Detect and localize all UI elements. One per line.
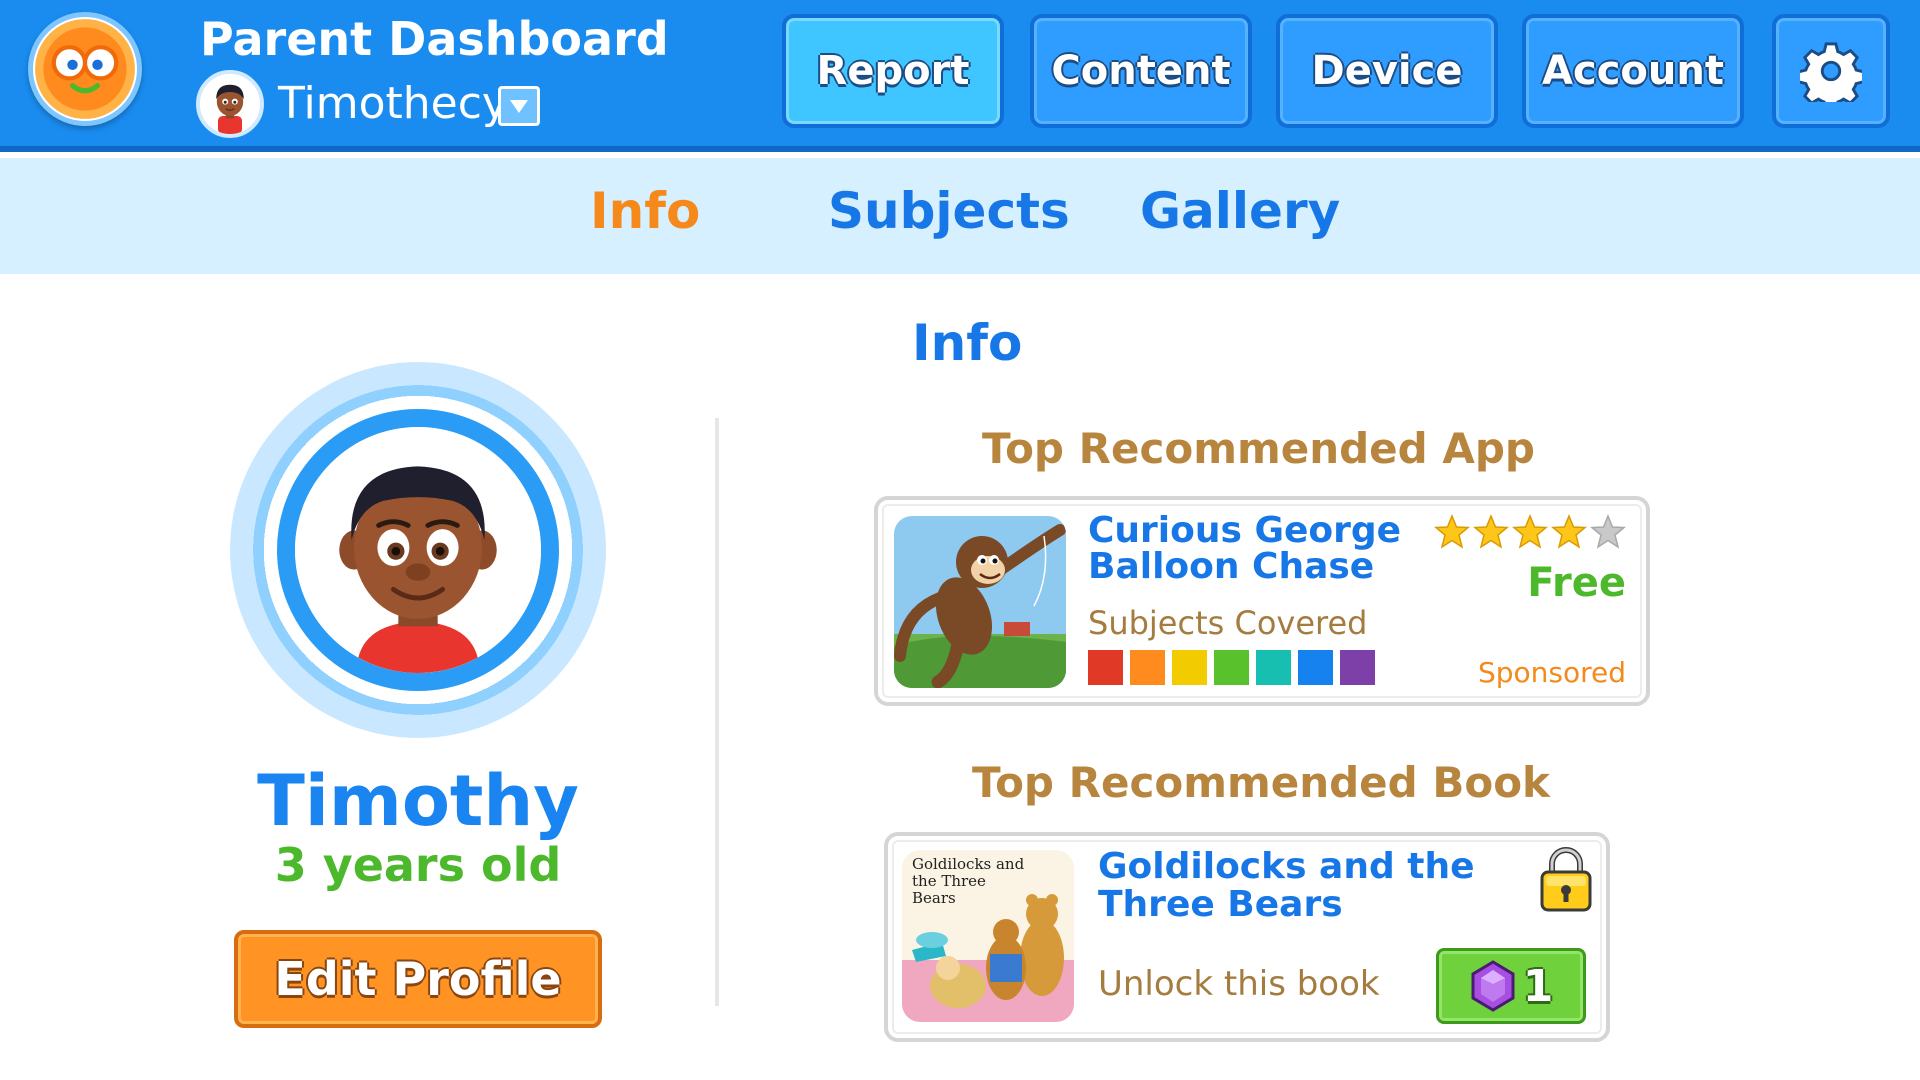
app-price: Free <box>1527 560 1626 606</box>
child-select-dropdown[interactable] <box>498 86 540 126</box>
app-logo <box>28 12 142 126</box>
tab-subjects[interactable]: Subjects <box>828 182 1070 240</box>
unlock-book-button[interactable]: 1 <box>1436 948 1586 1024</box>
subject-swatches <box>1088 650 1375 685</box>
book-cover[interactable]: Goldilocks and the Three Bears <box>902 850 1074 1022</box>
profile-name: Timothy <box>257 760 579 842</box>
subject-swatch <box>1172 650 1207 685</box>
sponsored-label: Sponsored <box>1477 656 1626 689</box>
star-filled-icon <box>1473 514 1509 549</box>
app-thumbnail[interactable] <box>894 516 1066 688</box>
recommended-book-card[interactable]: Goldilocks and the Three Bears Goldilock… <box>884 832 1610 1042</box>
recommended-app-card[interactable]: Curious George Balloon Chase Free Subjec… <box>874 496 1650 706</box>
top-header: Parent Dashboard Timothecy Report Conten… <box>0 0 1920 152</box>
unlock-book-label: Unlock this book <box>1098 964 1380 1004</box>
child-avatar[interactable] <box>196 70 264 138</box>
book-cover-title: Goldilocks and the Three Bears <box>912 855 1025 907</box>
app-title-line1[interactable]: Curious George <box>1088 512 1401 550</box>
recommended-app-heading: Top Recommended App <box>982 424 1535 473</box>
subject-swatch <box>1256 650 1291 685</box>
nav-account-button[interactable]: Account <box>1522 14 1744 128</box>
edit-profile-button[interactable]: Edit Profile <box>234 930 602 1028</box>
book-title-line2[interactable]: Three Bears <box>1098 886 1343 924</box>
vertical-divider <box>715 418 719 1006</box>
gem-icon <box>1471 960 1515 1012</box>
profile-age: 3 years old <box>274 838 562 892</box>
nav-device-button[interactable]: Device <box>1276 14 1498 128</box>
child-name[interactable]: Timothecy <box>278 78 508 129</box>
star-filled-icon <box>1551 514 1587 549</box>
book-title-line1[interactable]: Goldilocks and the <box>1098 848 1475 886</box>
subject-swatch <box>1130 650 1165 685</box>
subject-swatch <box>1214 650 1249 685</box>
star-empty-icon <box>1590 514 1626 549</box>
profile-avatar <box>277 409 559 691</box>
section-title: Info <box>912 314 1023 372</box>
subject-swatch <box>1088 650 1123 685</box>
subjects-covered-label: Subjects Covered <box>1088 604 1368 642</box>
unlock-cost: 1 <box>1522 960 1554 1012</box>
tab-info[interactable]: Info <box>590 182 700 240</box>
chevron-down-icon <box>510 100 528 113</box>
lock-icon <box>1538 844 1594 912</box>
star-filled-icon <box>1512 514 1548 549</box>
tab-gallery[interactable]: Gallery <box>1140 182 1340 240</box>
gear-icon <box>1800 42 1862 102</box>
nav-content-button[interactable]: Content <box>1030 14 1252 128</box>
subject-swatch <box>1298 650 1333 685</box>
nav-report-button[interactable]: Report <box>782 14 1004 128</box>
recommended-book-heading: Top Recommended Book <box>972 758 1550 807</box>
subject-swatch <box>1340 650 1375 685</box>
star-filled-icon <box>1434 514 1470 549</box>
app-title-line2[interactable]: Balloon Chase <box>1088 548 1374 586</box>
app-star-rating <box>1434 514 1626 550</box>
settings-button[interactable] <box>1772 14 1890 128</box>
dashboard-title: Parent Dashboard <box>200 12 669 66</box>
subtab-bar: Info Subjects Gallery <box>0 158 1920 274</box>
